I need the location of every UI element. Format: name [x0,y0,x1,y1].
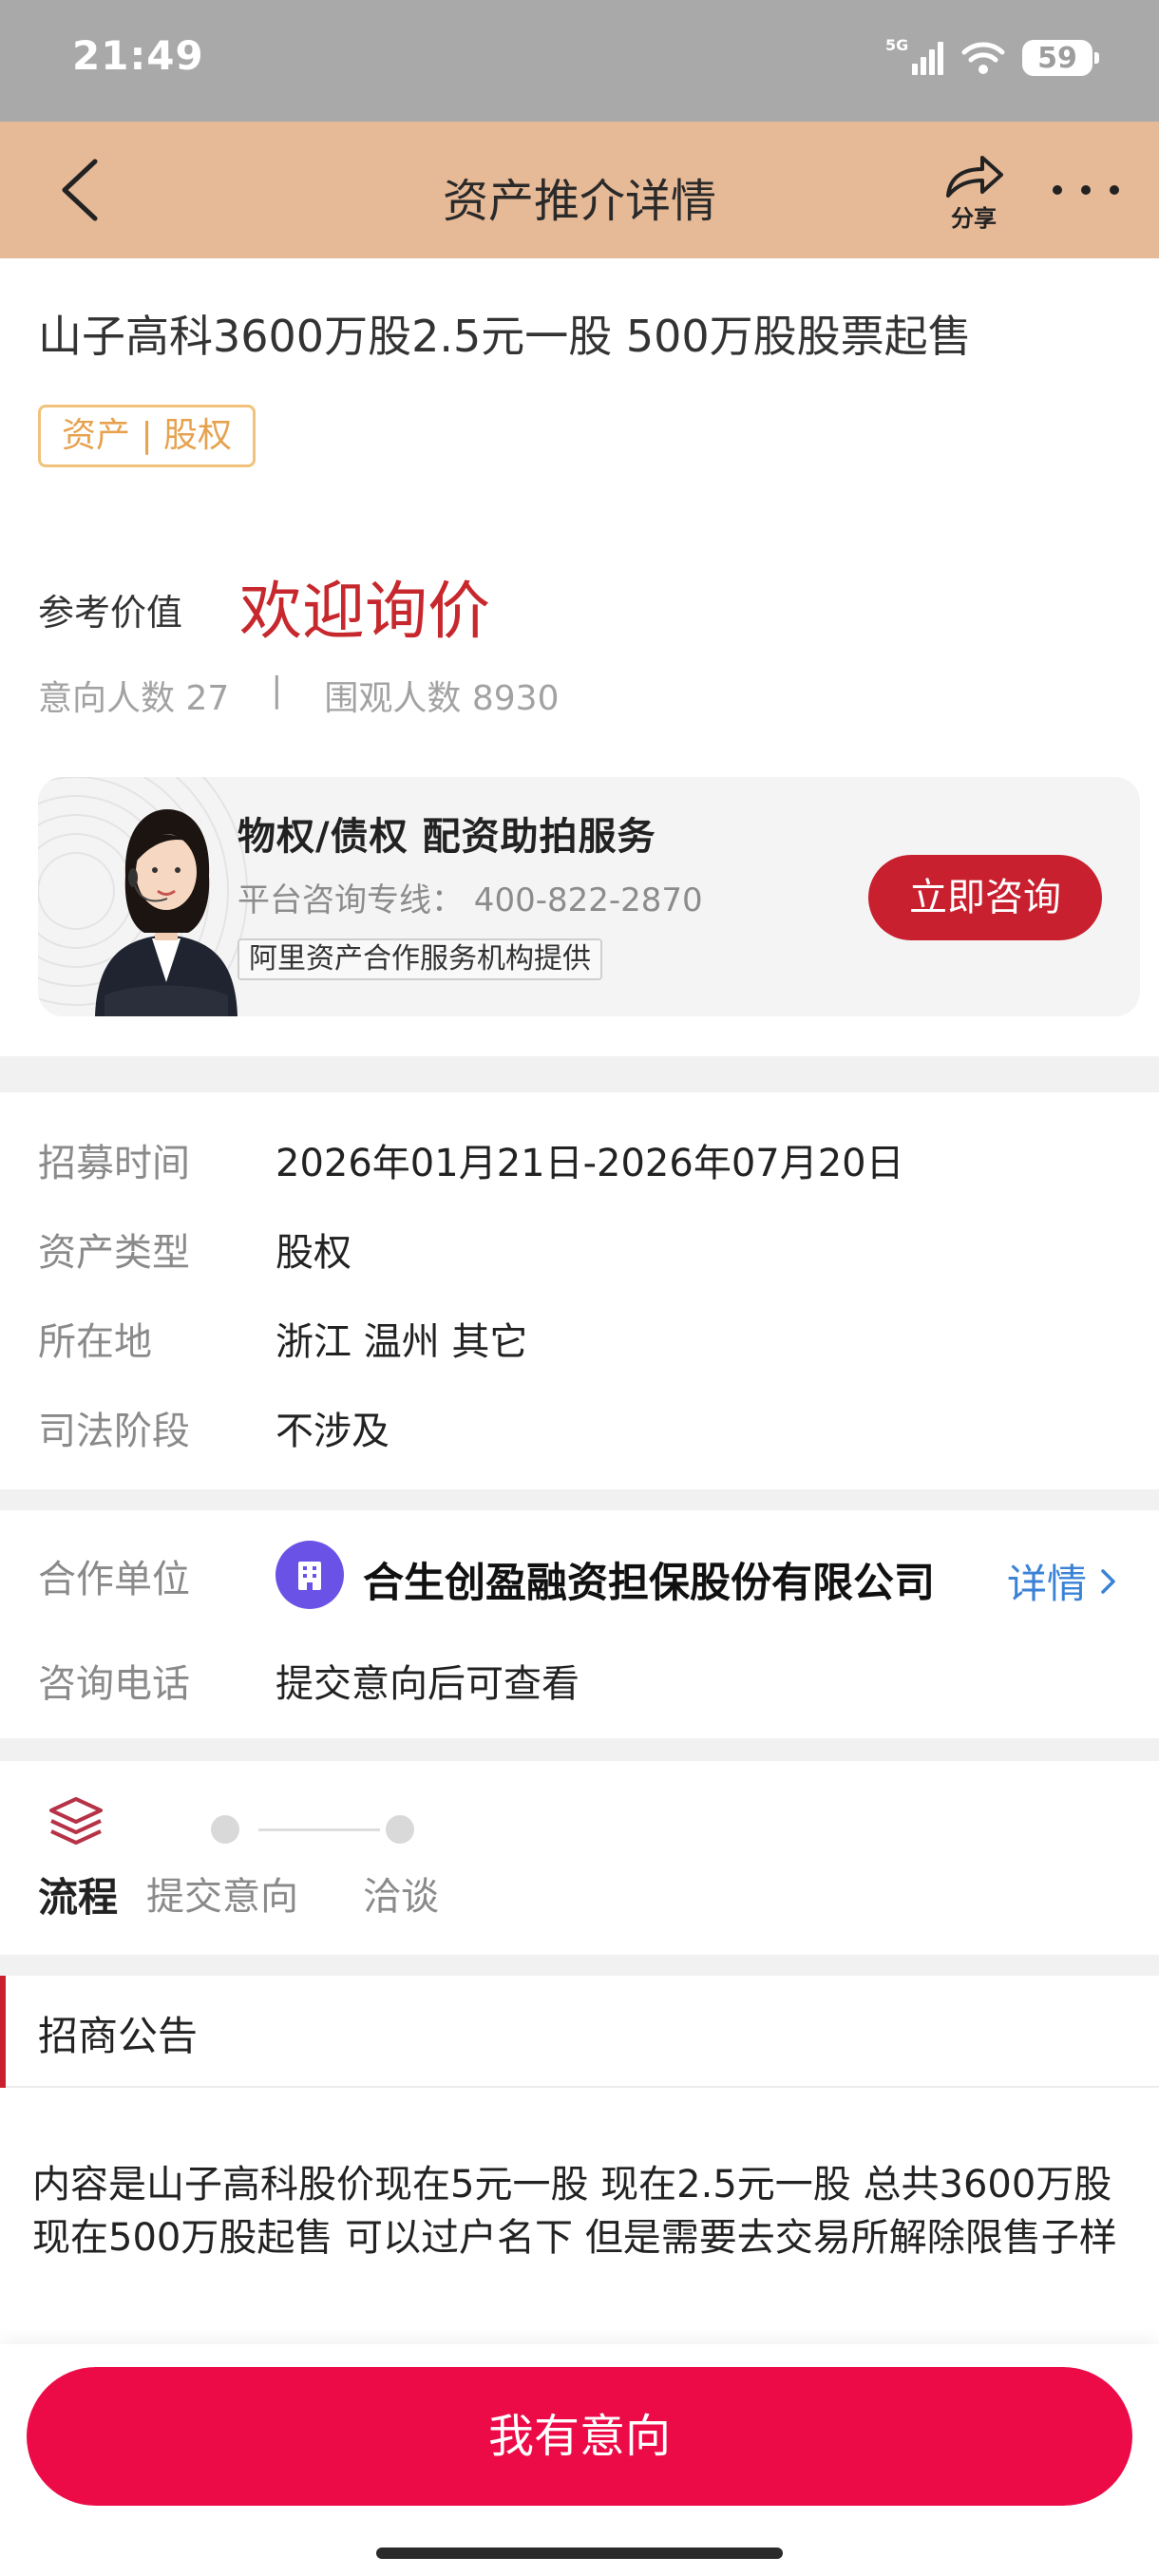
more-button[interactable] [1053,171,1119,209]
partner-name: 合生创盈融资担保股份有限公司 [363,1560,935,1607]
notice-header: 招商公告 [0,1976,1159,2088]
location-label: 所在地 [38,1320,152,1364]
notice-content: 内容是山子高科股价现在5元一股 现在2.5元一股 总共3600万股 现在500万… [32,2163,1117,2260]
section-divider [0,1738,1159,1761]
building-icon [276,1541,344,1609]
notice-accent-bar [0,1976,6,2088]
more-dot-icon [1053,185,1062,195]
promo-badge: 阿里资产合作服务机构提供 [238,938,602,980]
partner-detail-link[interactable]: 详情 [1007,1552,1117,1610]
status-icons: 5G 59 [885,34,1099,82]
cellular-signal-icon: 5G [885,37,943,75]
home-indicator[interactable] [376,2548,783,2559]
partner-label: 合作单位 [38,1558,190,1601]
wifi-icon [961,42,1005,74]
promo-title: 物权/债权 配资助拍服务 [238,815,656,859]
judicial-stage-label: 司法阶段 [38,1410,190,1453]
consult-promo-card: 物权/债权 配资助拍服务 平台咨询专线： 400-822-2870 阿里资产合作… [38,777,1140,1016]
recruit-time-value: 2026年01月21日-2026年07月20日 [276,1142,904,1185]
judicial-stage-value: 不涉及 [276,1410,390,1453]
flow-label: 流程 [38,1874,119,1921]
reference-value: 欢迎询价 [239,575,490,648]
asset-type-value: 股权 [276,1231,352,1275]
network-type: 5G [885,37,908,54]
recruit-time-label: 招募时间 [38,1142,190,1185]
customer-service-avatar [95,809,238,1016]
flow-connector [258,1828,380,1831]
flow-step-dot [211,1815,239,1844]
layers-icon [49,1797,103,1845]
asset-title: 山子高科3600万股2.5元一股 500万股股票起售 [38,311,972,362]
location-value: 浙江 温州 其它 [276,1320,528,1364]
flow-step-submit-intent: 提交意向 [146,1875,298,1919]
status-bar: 21:49 5G 59 [0,0,1159,122]
flow-step-dot [386,1815,414,1844]
section-divider [0,1489,1159,1510]
chevron-right-icon [1101,1568,1115,1594]
share-icon [946,156,1003,198]
section-divider [0,1955,1159,1976]
share-label: 分享 [951,205,997,232]
consult-phone-value: 提交意向后可查看 [276,1662,580,1706]
more-dot-icon [1110,185,1119,195]
asset-type-label: 资产类型 [38,1231,190,1275]
consult-now-button[interactable]: 立即咨询 [868,855,1102,940]
share-button[interactable]: 分享 [936,152,1012,232]
express-interest-button[interactable]: 我有意向 [27,2367,1132,2506]
nav-bar: 资产推介详情 分享 [0,122,1159,258]
promo-phone: 平台咨询专线： 400-822-2870 [238,881,703,919]
section-divider [0,1056,1159,1092]
stats-separator: | [271,671,283,710]
reference-value-label: 参考价值 [38,592,183,634]
view-count: 围观人数 8930 [324,679,560,718]
more-dot-icon [1081,185,1091,195]
intent-count: 意向人数 27 [38,679,230,718]
battery-indicator: 59 [1022,40,1099,76]
flow-step-negotiate: 洽谈 [363,1875,439,1919]
consult-phone-label: 咨询电话 [38,1662,190,1706]
notice-title: 招商公告 [38,2013,199,2059]
asset-tag: 资产 | 股权 [38,405,256,467]
partner-detail-label: 详情 [1007,1561,1088,1607]
status-time: 21:49 [72,32,204,79]
stats-row: 意向人数 27 | 围观人数 8930 [38,671,559,720]
